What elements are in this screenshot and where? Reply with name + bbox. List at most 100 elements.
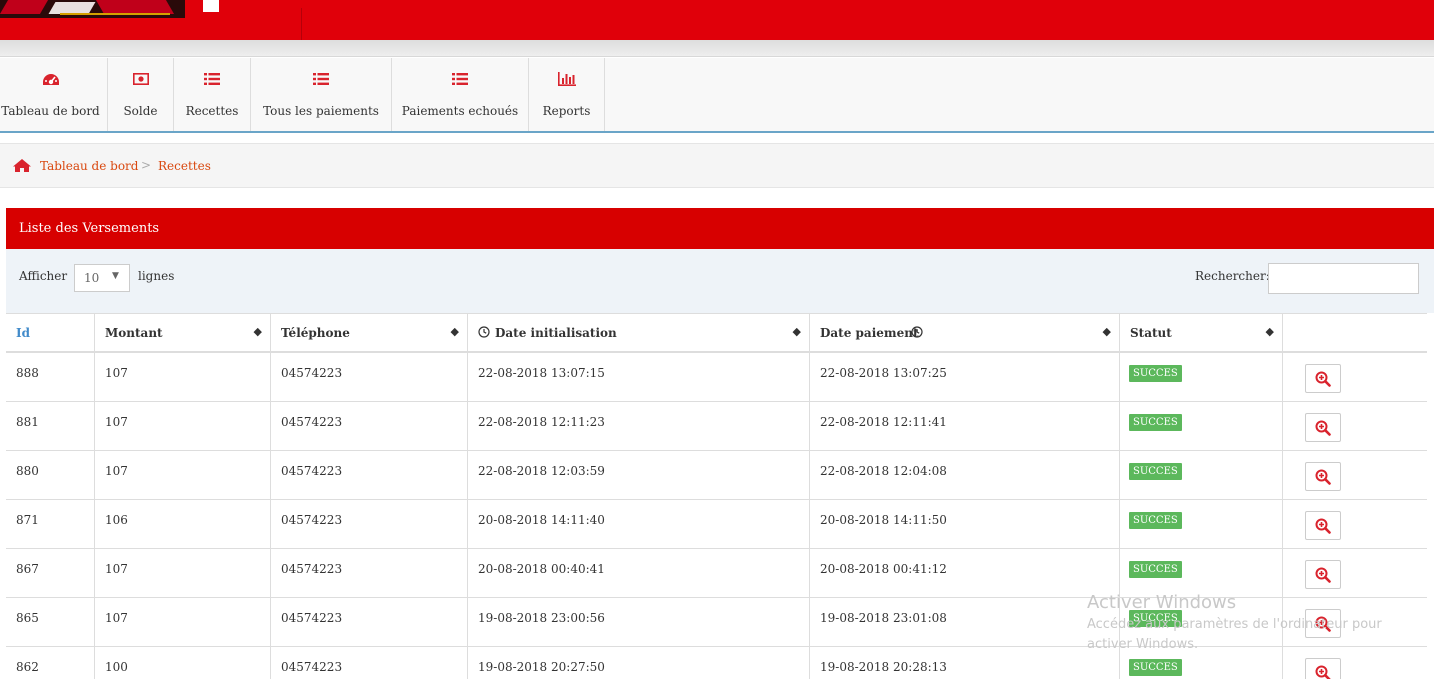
list-icon [392, 72, 528, 98]
cell-actions [1283, 598, 1427, 646]
list-icon [251, 72, 391, 98]
view-details-button[interactable] [1305, 462, 1341, 491]
top-header [0, 0, 1434, 40]
cell-montant: 100 [95, 647, 271, 679]
panel-title: Liste des Versements [19, 221, 160, 236]
menu-item-recettes[interactable]: Recettes [174, 58, 251, 131]
dashboard-icon [0, 72, 107, 98]
zoom-in-icon [1315, 469, 1331, 485]
cell-telephone: 04574223 [271, 549, 468, 597]
breadcrumb-home-link[interactable]: Tableau de bord [40, 159, 138, 173]
zoom-in-icon [1315, 371, 1331, 387]
breadcrumb: Tableau de bord > Recettes [0, 143, 1434, 188]
cell-date-paiement: 20-08-2018 14:11:50 [810, 500, 1120, 548]
cell-id: 871 [6, 500, 95, 548]
cell-actions [1283, 500, 1427, 548]
page-length-select[interactable]: 10 ▼ [74, 264, 130, 292]
header-subbar [0, 40, 1434, 57]
breadcrumb-separator: > [141, 158, 152, 172]
view-details-button[interactable] [1305, 560, 1341, 589]
cell-statut: SUCCES [1120, 647, 1283, 679]
table-header-row: Id Montant ◆ Téléphone ◆ Date initialisa… [6, 313, 1427, 353]
table-controls: Afficher 10 ▼ lignes Rechercher: [6, 249, 1434, 313]
sidebar-toggle[interactable] [203, 0, 219, 12]
zoom-in-icon [1315, 567, 1331, 583]
cell-id: 881 [6, 402, 95, 450]
header-montant[interactable]: Montant ◆ [95, 314, 271, 351]
header-actions [1283, 314, 1427, 351]
cell-montant: 107 [95, 549, 271, 597]
view-details-button[interactable] [1305, 609, 1341, 638]
cell-id: 888 [6, 353, 95, 401]
cell-date-paiement: 20-08-2018 00:41:12 [810, 549, 1120, 597]
menu-item-paiements-echoues[interactable]: Paiements echoués [392, 58, 529, 131]
menu-item-reports[interactable]: Reports [529, 58, 605, 131]
show-label: Afficher [19, 269, 68, 283]
cell-date-initialisation: 22-08-2018 12:03:59 [468, 451, 810, 499]
search-label: Rechercher: [1195, 269, 1270, 283]
header-date-initialisation[interactable]: Date initialisation ◆ [468, 314, 810, 351]
menu-item-solde[interactable]: Solde [108, 58, 174, 131]
money-icon [108, 72, 173, 98]
cell-date-initialisation: 19-08-2018 20:27:50 [468, 647, 810, 679]
cell-montant: 107 [95, 451, 271, 499]
status-badge: SUCCES [1129, 561, 1182, 578]
cell-montant: 107 [95, 353, 271, 401]
cell-date-paiement: 22-08-2018 12:11:41 [810, 402, 1120, 450]
status-badge: SUCCES [1129, 463, 1182, 480]
cell-telephone: 04574223 [271, 402, 468, 450]
cell-telephone: 04574223 [271, 353, 468, 401]
cell-actions [1283, 353, 1427, 401]
header-date-paiement[interactable]: Date paiement ◆ [810, 314, 1120, 351]
zoom-in-icon [1315, 420, 1331, 436]
menu-label: Tableau de bord [1, 104, 100, 118]
cell-montant: 107 [95, 402, 271, 450]
cell-statut: SUCCES [1120, 500, 1283, 548]
header-id[interactable]: Id [6, 314, 95, 351]
cell-montant: 107 [95, 598, 271, 646]
cell-id: 865 [6, 598, 95, 646]
menu-label: Paiements echoués [401, 104, 519, 118]
table-row: 862 100 04574223 19-08-2018 20:27:50 19-08-2… [6, 647, 1427, 679]
menu-item-tableau-de-bord[interactable]: Tableau de bord [0, 58, 108, 131]
cell-date-initialisation: 22-08-2018 12:11:23 [468, 402, 810, 450]
cell-date-initialisation: 20-08-2018 14:11:40 [468, 500, 810, 548]
zoom-in-icon [1315, 616, 1331, 632]
view-details-button[interactable] [1305, 658, 1341, 679]
table-row: 888 107 04574223 22-08-2018 13:07:15 22-08-2… [6, 353, 1427, 402]
cell-statut: SUCCES [1120, 549, 1283, 597]
cell-date-paiement: 19-08-2018 20:28:13 [810, 647, 1120, 679]
status-badge: SUCCES [1129, 512, 1182, 529]
cell-actions [1283, 647, 1427, 679]
sort-icon: ◆ [1265, 325, 1274, 338]
cell-telephone: 04574223 [271, 500, 468, 548]
cell-date-initialisation: 20-08-2018 00:40:41 [468, 549, 810, 597]
clock-icon [478, 326, 490, 341]
view-details-button[interactable] [1305, 364, 1341, 393]
view-details-button[interactable] [1305, 413, 1341, 442]
header-divider [301, 8, 302, 40]
brand-logo[interactable] [0, 0, 185, 18]
home-icon[interactable] [12, 158, 32, 176]
zoom-in-icon [1315, 665, 1331, 679]
cell-id: 880 [6, 451, 95, 499]
header-telephone[interactable]: Téléphone ◆ [271, 314, 468, 351]
cell-date-paiement: 22-08-2018 13:07:25 [810, 353, 1120, 401]
panel-header: Liste des Versements [6, 208, 1434, 249]
cell-actions [1283, 549, 1427, 597]
view-details-button[interactable] [1305, 511, 1341, 540]
cell-statut: SUCCES [1120, 353, 1283, 401]
main-menu: Tableau de bord Solde Recettes Tous les … [0, 58, 1434, 133]
cell-telephone: 04574223 [271, 598, 468, 646]
search-input[interactable] [1268, 263, 1419, 294]
header-statut[interactable]: Statut ◆ [1120, 314, 1283, 351]
breadcrumb-current[interactable]: Recettes [158, 159, 211, 173]
cell-statut: SUCCES [1120, 451, 1283, 499]
menu-item-tous-les-paiements[interactable]: Tous les paiements [251, 58, 392, 131]
cell-actions [1283, 402, 1427, 450]
cell-id: 867 [6, 549, 95, 597]
menu-label: Recettes [185, 104, 239, 118]
cell-telephone: 04574223 [271, 647, 468, 679]
cell-telephone: 04574223 [271, 451, 468, 499]
table-row: 867 107 04574223 20-08-2018 00:40:41 20-08-2… [6, 549, 1427, 598]
